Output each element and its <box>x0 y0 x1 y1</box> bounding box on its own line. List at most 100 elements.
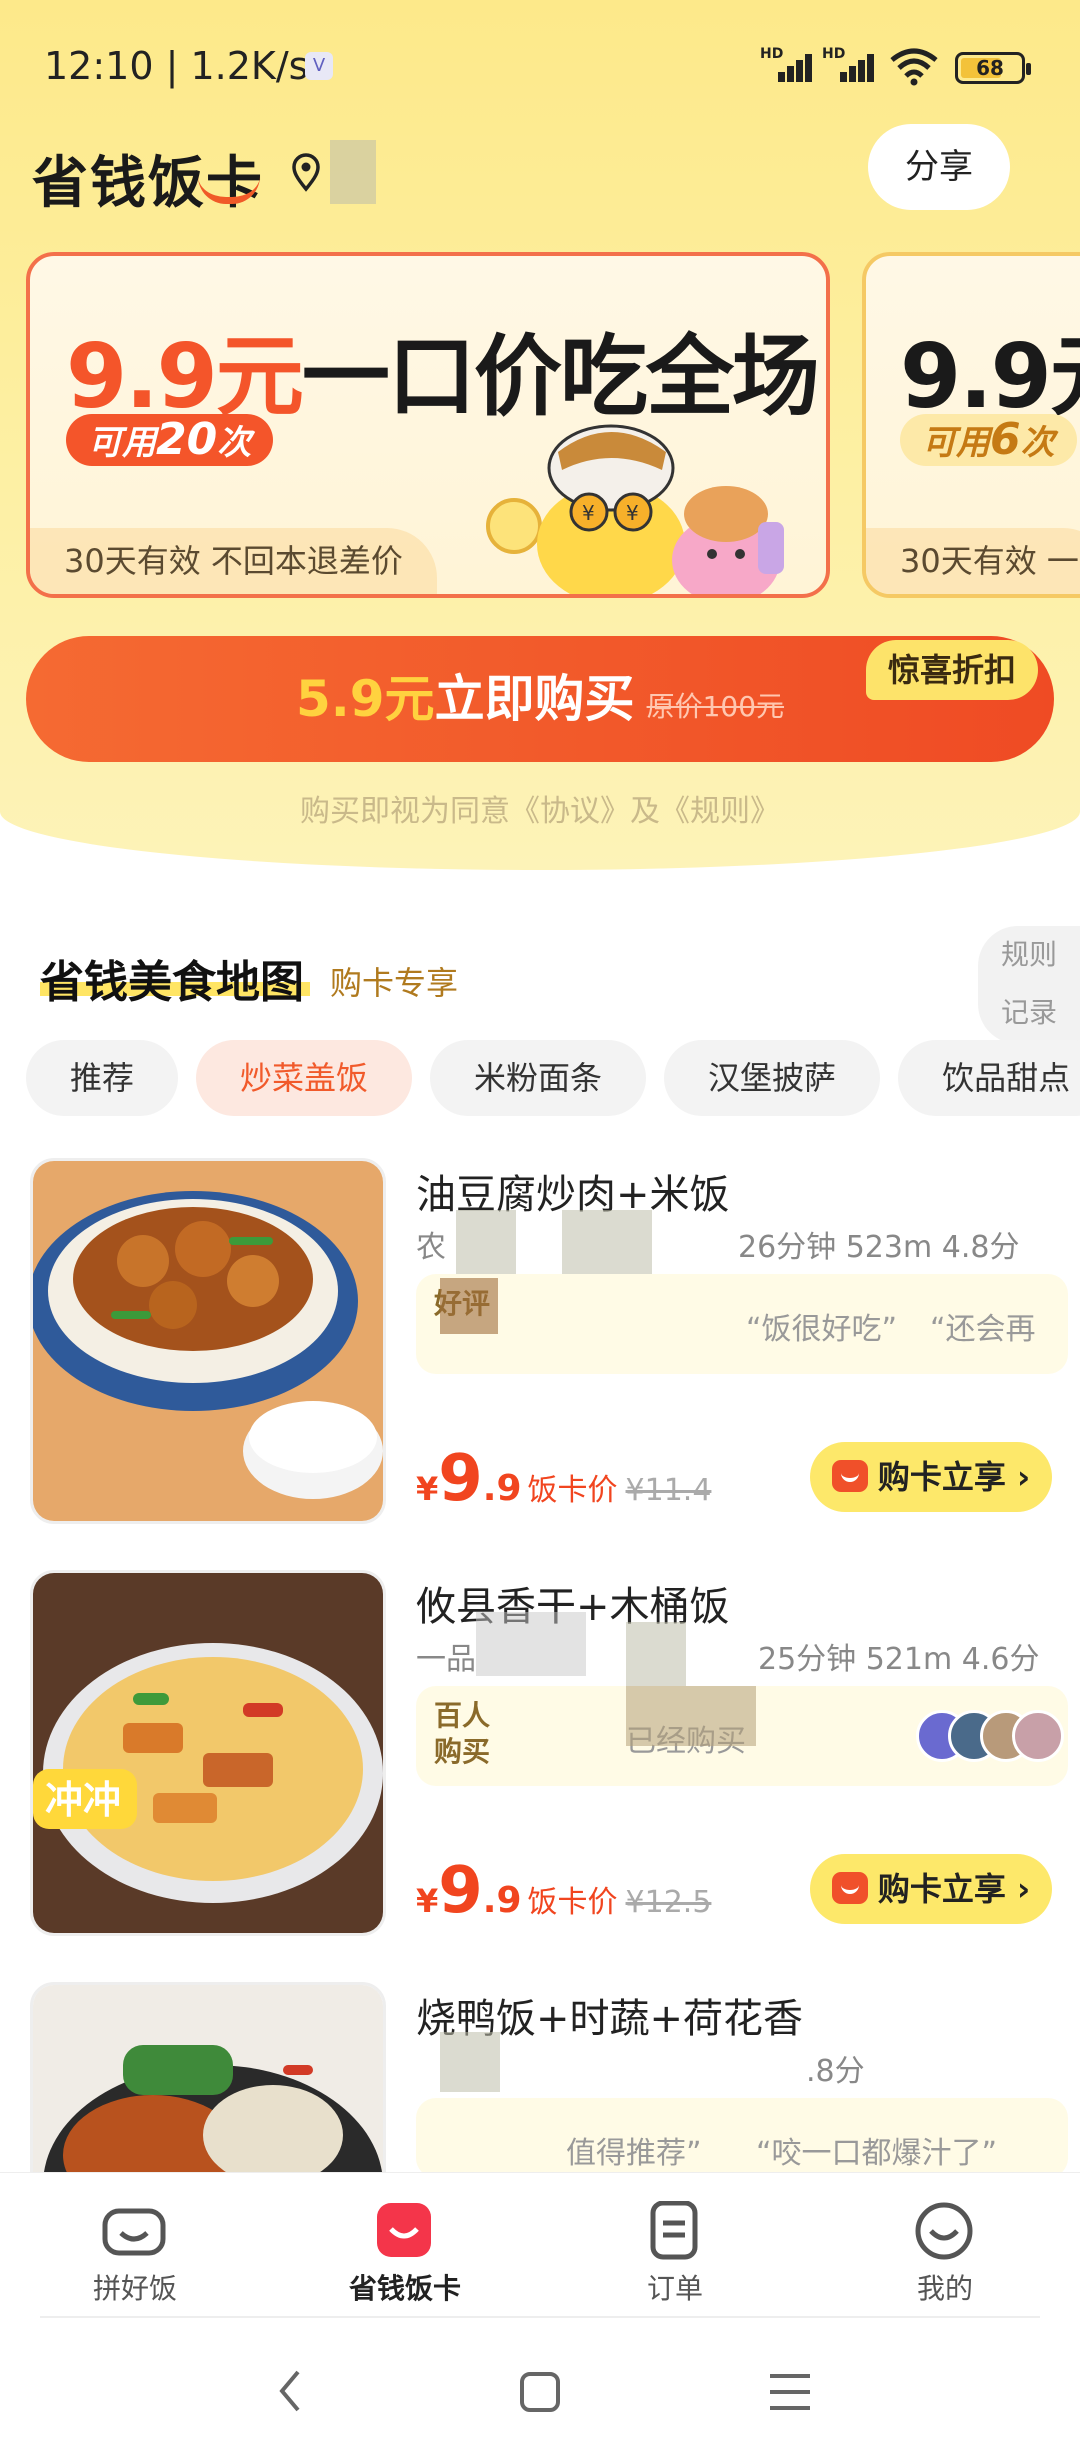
uses-badge-2: 可用6次 <box>900 414 1077 466</box>
shop-name[interactable]: 农 <box>416 1222 446 1266</box>
shop-name-blurred-2 <box>626 1622 686 1686</box>
uses-count-2: 6 <box>990 414 1021 465</box>
food-illustration <box>33 1161 383 1521</box>
card-smile-icon <box>377 2203 431 2257</box>
review-blurred <box>626 1686 756 1746</box>
original-price: ¥12.5 <box>625 1885 712 1920</box>
home-icon[interactable] <box>518 2370 562 2414</box>
signal-icon: HD <box>760 46 812 86</box>
section-subtitle: 购卡专享 <box>330 964 459 1002</box>
review-quote-2: “咬一口都爆汁了” <box>756 2136 998 2171</box>
nav-meal-card[interactable]: 省钱饭卡 <box>270 2173 540 2319</box>
order-icon <box>650 2201 698 2260</box>
list-item[interactable]: 烧鸭饭+时蔬+荷花香 .8分 值得推荐” “咬一口都爆汁了” <box>26 1982 1080 2172</box>
back-icon[interactable] <box>270 2366 310 2416</box>
food-image[interactable]: 冲冲 <box>30 1570 386 1936</box>
share-button[interactable]: 分享 <box>868 124 1010 210</box>
list-item[interactable]: 冲冲 攸县香干+木桶饭 一品 25分钟 521m 4.6分 百人购买 已经购买 … <box>26 1570 1080 1950</box>
buy-original-price: 原价100元 <box>646 690 785 723</box>
nav-orders[interactable]: 订单 <box>540 2173 810 2319</box>
currency-symbol: ¥ <box>416 1882 439 1920</box>
price-integer: 9 <box>438 1854 483 1928</box>
buy-card-button[interactable]: 购卡立享 › <box>810 1854 1052 1924</box>
original-price: ¥11.4 <box>625 1473 712 1508</box>
tab-drinks-desserts[interactable]: 饮品甜点 <box>898 1040 1080 1116</box>
card-icon <box>831 1460 868 1492</box>
food-image[interactable] <box>30 1982 386 2172</box>
meal-card-offer[interactable]: 9.9元一口价吃全场 可用20次 30天有效 不回本退差价 ¥ ¥ <box>26 252 830 598</box>
section-title: 省钱美食地图 <box>40 957 304 1008</box>
nav-label: 订单 <box>646 2272 703 2305</box>
status-time: 12:10 | 1.2K/s <box>44 44 309 88</box>
shop-name-blurred <box>456 1210 516 1274</box>
wifi-icon <box>890 48 938 86</box>
buy-price: 5.9元 <box>295 670 435 728</box>
location-name-blurred[interactable] <box>330 140 376 204</box>
tab-noodles[interactable]: 米粉面条 <box>430 1040 647 1116</box>
rules-link[interactable]: 规则 <box>978 926 1080 984</box>
price-decimal: .9 <box>482 1880 522 1921</box>
meal-card-offer-2[interactable]: 9.9元 可用6次 30天有效 一 <box>862 252 1080 598</box>
card-price-label: 饭卡价 <box>527 1473 618 1508</box>
food-illustration: 冲冲 <box>33 1573 383 1933</box>
location-pin-icon[interactable] <box>290 152 322 192</box>
review-avatar-blurred <box>440 1278 498 1334</box>
item-stats: 25分钟 521m 4.6分 <box>758 1642 1040 1677</box>
discount-tag: 惊喜折扣 <box>866 640 1039 700</box>
bottom-nav: 拼好饭 省钱饭卡 订单 我的 <box>0 2172 1080 2318</box>
price-row: ¥9.9 饭卡价 ¥12.5 <box>416 1854 711 1928</box>
nav-mine[interactable]: 我的 <box>810 2173 1080 2319</box>
price-decimal: .9 <box>482 1468 522 1509</box>
signal-icon-2: HD <box>822 46 874 86</box>
validity-text-2: 30天有效 一 <box>866 528 1080 594</box>
buy-card-label: 购卡立享 › <box>877 1458 1031 1496</box>
shop-name-blurred-2 <box>562 1210 652 1274</box>
nav-label: 省钱饭卡 <box>348 2272 461 2305</box>
side-links: 规则 记录 <box>978 926 1080 1044</box>
shop-name[interactable]: 一品 <box>416 1634 476 1678</box>
smile-face-icon <box>915 2202 973 2260</box>
tab-recommend[interactable]: 推荐 <box>26 1040 179 1116</box>
bowl-icon <box>102 2208 166 2256</box>
card-price: 9.9元 <box>66 325 304 428</box>
currency-symbol: ¥ <box>416 1470 439 1508</box>
review-quote: 值得推荐” <box>566 2136 702 2171</box>
card-price-label: 饭卡价 <box>527 1885 618 1920</box>
vpn-badge-icon: V <box>305 52 333 80</box>
buy-card-label: 购卡立享 › <box>877 1870 1031 1908</box>
item-stats: .8分 <box>806 2054 865 2089</box>
uses-badge: 可用20次 <box>66 414 274 466</box>
agreement-text[interactable]: 购买即视为同意《协议》及《规则》 <box>0 786 1080 830</box>
review-box: 值得推荐” “咬一口都爆汁了” <box>416 2098 1068 2172</box>
uses-suffix-2: 次 <box>1020 423 1055 463</box>
signal-hd-label-2: HD <box>822 46 846 62</box>
menu-icon[interactable] <box>768 2370 812 2414</box>
nav-label: 我的 <box>916 2272 973 2305</box>
avatar <box>1012 1710 1064 1762</box>
food-illustration <box>33 1985 383 2172</box>
nav-label: 拼好饭 <box>92 2272 177 2305</box>
validity-text: 30天有效 不回本退差价 <box>30 528 437 594</box>
buyer-avatars <box>916 1710 1066 1764</box>
card-icon <box>831 1872 868 1904</box>
price-integer: 9 <box>438 1442 483 1516</box>
shop-name-blurred <box>440 2032 500 2092</box>
battery-level: 68 <box>976 56 1004 80</box>
image-badge: 冲冲 <box>45 1778 121 1822</box>
uses-prefix: 可用 <box>88 423 156 463</box>
battery-icon: 68 <box>955 52 1031 84</box>
tab-stir-fry[interactable]: 炒菜盖饭 <box>196 1040 413 1116</box>
nav-divider <box>40 2316 1040 2318</box>
review-tag: 百人购买 <box>434 1699 491 1768</box>
buy-label: 立即购买 <box>434 670 635 728</box>
tab-burger-pizza[interactable]: 汉堡披萨 <box>664 1040 881 1116</box>
buy-card-button[interactable]: 购卡立享 › <box>810 1442 1052 1512</box>
nav-pinhaofan[interactable]: 拼好饭 <box>0 2173 270 2319</box>
svg-text:¥: ¥ <box>582 501 595 525</box>
food-image[interactable] <box>30 1158 386 1524</box>
records-link[interactable]: 记录 <box>978 984 1080 1042</box>
uses-prefix-2: 可用 <box>922 423 990 463</box>
signal-hd-label: HD <box>760 46 784 62</box>
item-stats: 26分钟 523m 4.8分 <box>738 1230 1020 1265</box>
list-item[interactable]: 油豆腐炒肉+米饭 农 26分钟 523m 4.8分 好评 “饭很好吃” “还会再… <box>26 1158 1080 1538</box>
